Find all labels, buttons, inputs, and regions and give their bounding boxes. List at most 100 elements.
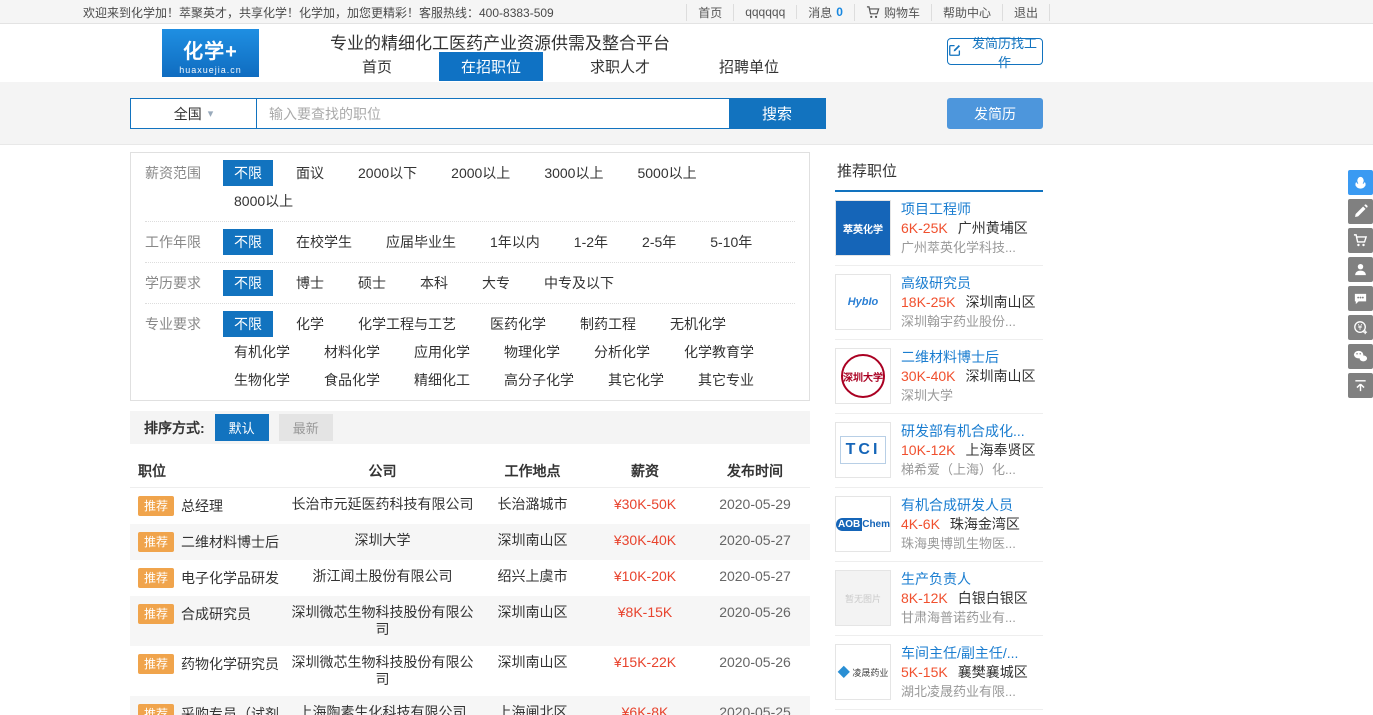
- job-title-link[interactable]: 研发部有机合成化...: [901, 422, 1043, 441]
- filter-option[interactable]: 本科: [409, 270, 459, 296]
- filter-option[interactable]: 大专: [471, 270, 521, 296]
- wechat-button[interactable]: [1348, 344, 1373, 369]
- qq-button[interactable]: [1348, 170, 1373, 195]
- job-title-link[interactable]: 采购专员（试剂耗材）: [181, 704, 290, 715]
- filter-option[interactable]: 2-5年: [631, 229, 687, 255]
- filter-option[interactable]: 制药工程: [569, 311, 647, 337]
- post-resume-find-job-button[interactable]: 发简历找工作: [947, 38, 1043, 65]
- filter-option[interactable]: 5000以上: [626, 160, 707, 186]
- search-input[interactable]: [257, 99, 729, 128]
- sort-default-button[interactable]: 默认: [215, 414, 269, 441]
- filter-option[interactable]: 中专及以下: [533, 270, 625, 296]
- topbar-help-link[interactable]: 帮助中心: [932, 4, 1003, 21]
- topbar-home-link[interactable]: 首页: [686, 4, 734, 21]
- pencil-button[interactable]: [1348, 199, 1373, 224]
- company-name: 珠海奥博凯生物医...: [901, 534, 1043, 553]
- recommended-job-item[interactable]: HybIo 高级研究员 18K-25K深圳南山区 深圳翰宇药业股份...: [835, 266, 1043, 340]
- user-button[interactable]: [1348, 257, 1373, 282]
- job-title-link[interactable]: 车间主任/副主任/...: [901, 644, 1043, 663]
- filter-option[interactable]: 食品化学: [313, 367, 391, 393]
- filter-option[interactable]: 应用化学: [403, 339, 481, 365]
- site-logo[interactable]: 化学+ huaxuejia.cn: [162, 29, 259, 77]
- filter-option[interactable]: 在校学生: [285, 229, 363, 255]
- filter-option[interactable]: 精细化工: [403, 367, 481, 393]
- back-to-top-button[interactable]: [1348, 373, 1373, 398]
- topbar-logout-link[interactable]: 退出: [1003, 4, 1050, 21]
- recommended-job-item[interactable]: 萃英化学 项目工程师 6K-25K广州黄埔区 广州萃英化学科技...: [835, 192, 1043, 266]
- filter-option[interactable]: 不限: [223, 160, 273, 186]
- job-title-link[interactable]: 高级研究员: [901, 274, 1043, 293]
- filter-option[interactable]: 其它化学: [597, 367, 675, 393]
- job-location: 深圳南山区: [965, 368, 1035, 384]
- filter-option[interactable]: 其它专业: [687, 367, 765, 393]
- recommended-job-item[interactable]: 暂无图片 生产负责人 8K-12K白银白银区 甘肃海普诺药业有...: [835, 562, 1043, 636]
- job-title-link[interactable]: 生产负责人: [901, 570, 1043, 589]
- filter-option[interactable]: 1年以内: [479, 229, 551, 255]
- topbar-messages-link[interactable]: 消息0: [797, 4, 855, 21]
- job-salary: 5K-15K: [901, 664, 948, 680]
- job-title-link[interactable]: 项目工程师: [901, 200, 1043, 219]
- job-date: 2020-05-27: [700, 560, 810, 596]
- filter-option[interactable]: 有机化学: [223, 339, 301, 365]
- nav-employers[interactable]: 招聘单位: [697, 52, 801, 81]
- filter-option[interactable]: 硕士: [347, 270, 397, 296]
- search-button[interactable]: 搜索: [729, 99, 825, 128]
- filter-option[interactable]: 医药化学: [479, 311, 557, 337]
- topbar-username-link[interactable]: qqqqqq: [734, 5, 797, 19]
- job-row[interactable]: 推荐 合成研究员 深圳微芯生物科技股份有限公司 深圳南山区 ¥8K-15K 20…: [130, 596, 810, 646]
- filter-options: 不限博士硕士本科大专中专及以下: [223, 270, 625, 296]
- sort-newest-button[interactable]: 最新: [279, 414, 333, 441]
- filter-option[interactable]: 面议: [285, 160, 335, 186]
- filter-option[interactable]: 不限: [223, 270, 273, 296]
- post-resume-button[interactable]: 发简历: [947, 98, 1043, 129]
- nav-open-positions[interactable]: 在招职位: [439, 52, 543, 81]
- topbar-cart-link[interactable]: 购物车: [855, 4, 932, 21]
- job-title-link[interactable]: 二维材料博士后: [181, 532, 279, 551]
- filter-option[interactable]: 化学: [285, 311, 335, 337]
- job-row[interactable]: 推荐 采购专员（试剂耗材） 上海陶素生化科技有限公司 上海闸北区 ¥6K-8K …: [130, 696, 810, 715]
- filter-option[interactable]: 2000以上: [440, 160, 521, 186]
- nav-home[interactable]: 首页: [340, 52, 414, 81]
- filter-option[interactable]: 8000以上: [223, 188, 304, 214]
- filter-option[interactable]: 博士: [285, 270, 335, 296]
- col-header-company: 公司: [290, 456, 475, 487]
- company-name: 湖北凌晟药业有限...: [901, 682, 1043, 701]
- filter-option[interactable]: 5-10年: [699, 229, 763, 255]
- job-title-link[interactable]: 二维材料博士后: [901, 348, 1043, 367]
- chat-button[interactable]: [1348, 286, 1373, 311]
- filter-option[interactable]: 1-2年: [563, 229, 619, 255]
- topbar-menu: 首页 qqqqqq 消息0 购物车 帮助中心 退出: [686, 0, 1050, 24]
- job-row[interactable]: 推荐 药物化学研究员 深圳微芯生物科技股份有限公司 深圳南山区 ¥15K-22K…: [130, 646, 810, 696]
- job-title-link[interactable]: 有机合成研发人员: [901, 496, 1043, 515]
- filter-option[interactable]: 3000以上: [533, 160, 614, 186]
- filter-option[interactable]: 2000以下: [347, 160, 428, 186]
- nav-job-seekers[interactable]: 求职人才: [568, 52, 672, 81]
- recommended-job-item[interactable]: ◆ 凌晟药业 车间主任/副主任/... 5K-15K襄樊襄城区 湖北凌晟药业有限…: [835, 636, 1043, 710]
- recommended-job-item[interactable]: AOBChem 有机合成研发人员 4K-6K珠海金湾区 珠海奥博凯生物医...: [835, 488, 1043, 562]
- cart-button[interactable]: [1348, 228, 1373, 253]
- job-row[interactable]: 推荐 电子化学品研发 浙江闻土股份有限公司 绍兴上虞市 ¥10K-20K 202…: [130, 560, 810, 596]
- job-title-link[interactable]: 合成研究员: [181, 604, 251, 623]
- job-title-link[interactable]: 总经理: [181, 496, 223, 515]
- filter-option[interactable]: 无机化学: [659, 311, 737, 337]
- filter-option[interactable]: 生物化学: [223, 367, 301, 393]
- filter-option[interactable]: 分析化学: [583, 339, 661, 365]
- filter-option[interactable]: 不限: [223, 311, 273, 337]
- job-title-link[interactable]: 电子化学品研发: [181, 568, 279, 587]
- job-title-link[interactable]: 药物化学研究员: [181, 654, 279, 673]
- filter-option[interactable]: 不限: [223, 229, 273, 255]
- job-row[interactable]: 推荐 总经理 长治市元延医药科技有限公司 长治潞城市 ¥30K-50K 2020…: [130, 488, 810, 524]
- filter-option[interactable]: 物理化学: [493, 339, 571, 365]
- job-row[interactable]: 推荐 二维材料博士后 深圳大学 深圳南山区 ¥30K-40K 2020-05-2…: [130, 524, 810, 560]
- filter-option[interactable]: 应届毕业生: [375, 229, 467, 255]
- yuan-plus-button[interactable]: ¥: [1348, 315, 1373, 340]
- job-location: 襄樊襄城区: [958, 664, 1028, 680]
- filter-option[interactable]: 化学教育学: [673, 339, 765, 365]
- recommended-job-item[interactable]: TCI 研发部有机合成化... 10K-12K上海奉贤区 梯希爱（上海）化...: [835, 414, 1043, 488]
- search-bar: 全国 ▾ 搜索: [130, 98, 826, 129]
- region-select[interactable]: 全国 ▾: [131, 99, 257, 128]
- recommended-job-item[interactable]: 深圳大学 二维材料博士后 30K-40K深圳南山区 深圳大学: [835, 340, 1043, 414]
- filter-option[interactable]: 材料化学: [313, 339, 391, 365]
- filter-option[interactable]: 高分子化学: [493, 367, 585, 393]
- filter-option[interactable]: 化学工程与工艺: [347, 311, 467, 337]
